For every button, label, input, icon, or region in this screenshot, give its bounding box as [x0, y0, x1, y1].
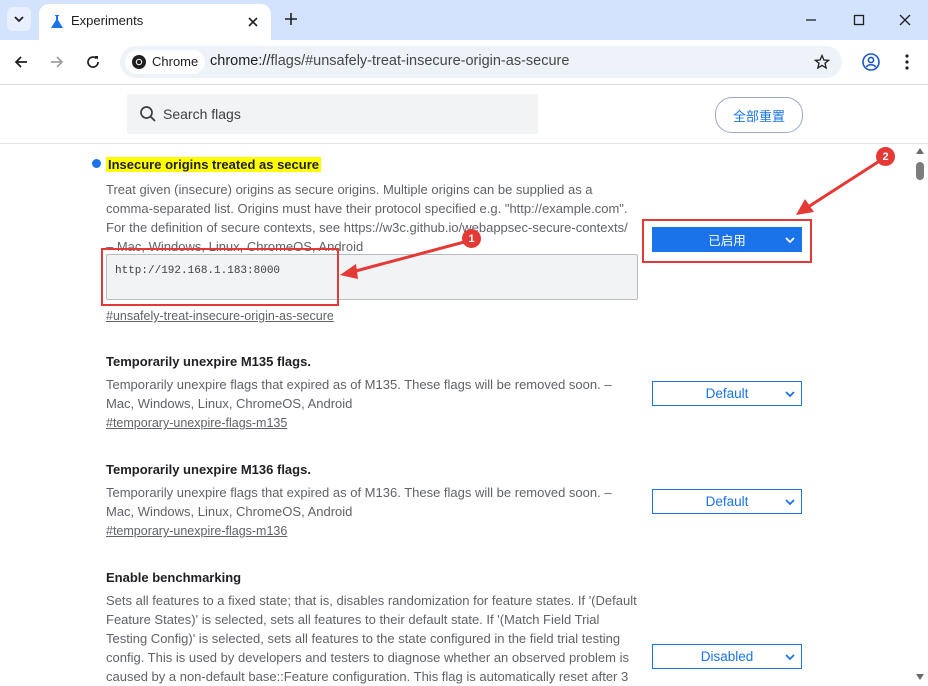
select-value: 已启用 [708, 233, 746, 248]
site-chip[interactable]: Chrome [125, 50, 205, 74]
flag-title: Insecure origins treated as secure [106, 157, 321, 172]
tab-strip: Experiments [0, 0, 928, 40]
select-value: Disabled [700, 649, 754, 664]
reload-icon[interactable] [84, 53, 102, 71]
chevron-down-icon [785, 391, 795, 398]
select-value: Default [705, 386, 749, 401]
back-arrow-icon[interactable] [12, 53, 30, 71]
select-value: Default [705, 494, 749, 509]
flag-link[interactable]: #temporary-unexpire-flags-m135 [106, 416, 287, 430]
chevron-down-icon [785, 654, 795, 661]
flag-description: Sets all features to a fixed state; that… [106, 593, 637, 684]
search-box[interactable] [127, 94, 538, 134]
url-path: flags/#unsafely-treat-insecure-origin-as… [270, 53, 570, 69]
search-icon [140, 106, 156, 122]
chevron-down-icon [785, 499, 795, 506]
tab-title: Experiments [71, 13, 144, 28]
origins-textarea[interactable]: http://192.168.1.183:8000 [106, 254, 638, 300]
flag-description: Temporarily unexpire flags that expired … [106, 485, 612, 519]
chevron-down-icon [785, 237, 795, 244]
reset-all-button[interactable]: 全部重置 [715, 97, 803, 133]
search-input[interactable] [163, 94, 523, 134]
chevron-down-icon [14, 16, 24, 23]
minimize-icon[interactable] [803, 12, 819, 28]
chrome-logo-icon [132, 55, 146, 69]
flag-link[interactable]: #unsafely-treat-insecure-origin-as-secur… [106, 309, 334, 323]
toolbar: Chrome chrome://flags/#unsafely-treat-in… [0, 40, 928, 85]
flag-state-select[interactable]: Default [652, 489, 802, 514]
flag-state-select[interactable]: 已启用 [652, 227, 802, 252]
url-text[interactable]: chrome://flags/#unsafely-treat-insecure-… [210, 53, 569, 69]
tab-search-button[interactable] [7, 7, 31, 31]
forward-arrow-icon[interactable] [48, 53, 66, 71]
window-close-icon[interactable] [897, 12, 913, 28]
scroll-down-arrow-icon[interactable] [916, 674, 924, 680]
flags-list: Insecure origins treated as secure Treat… [0, 144, 912, 686]
flag-title: Temporarily unexpire M135 flags. [106, 354, 311, 369]
flag-title: Temporarily unexpire M136 flags. [106, 462, 311, 477]
scroll-thumb[interactable] [916, 162, 924, 180]
bookmark-star-icon[interactable] [814, 54, 830, 70]
flag-state-select[interactable]: Default [652, 381, 802, 406]
close-icon[interactable] [245, 14, 261, 30]
flag-link[interactable]: #temporary-unexpire-flags-m136 [106, 524, 287, 538]
new-tab-icon[interactable] [283, 11, 299, 27]
flag-description: Treat given (insecure) origins as secure… [106, 182, 628, 254]
profile-icon[interactable] [861, 52, 881, 72]
maximize-icon[interactable] [851, 12, 867, 28]
scrollbar[interactable] [912, 144, 928, 686]
flag-state-select[interactable]: Disabled [652, 644, 802, 669]
flag-title: Enable benchmarking [106, 570, 242, 585]
flags-header: 全部重置 [0, 85, 928, 144]
flask-icon [51, 15, 63, 28]
url-host: chrome:// [210, 53, 271, 69]
omnibox[interactable]: Chrome chrome://flags/#unsafely-treat-in… [120, 46, 842, 78]
tab-experiments[interactable]: Experiments [39, 4, 271, 40]
scroll-up-arrow-icon[interactable] [916, 148, 924, 154]
more-menu-icon[interactable] [897, 52, 917, 72]
site-chip-label: Chrome [152, 54, 199, 69]
flag-description: Temporarily unexpire flags that expired … [106, 377, 612, 411]
modified-indicator [92, 159, 101, 168]
